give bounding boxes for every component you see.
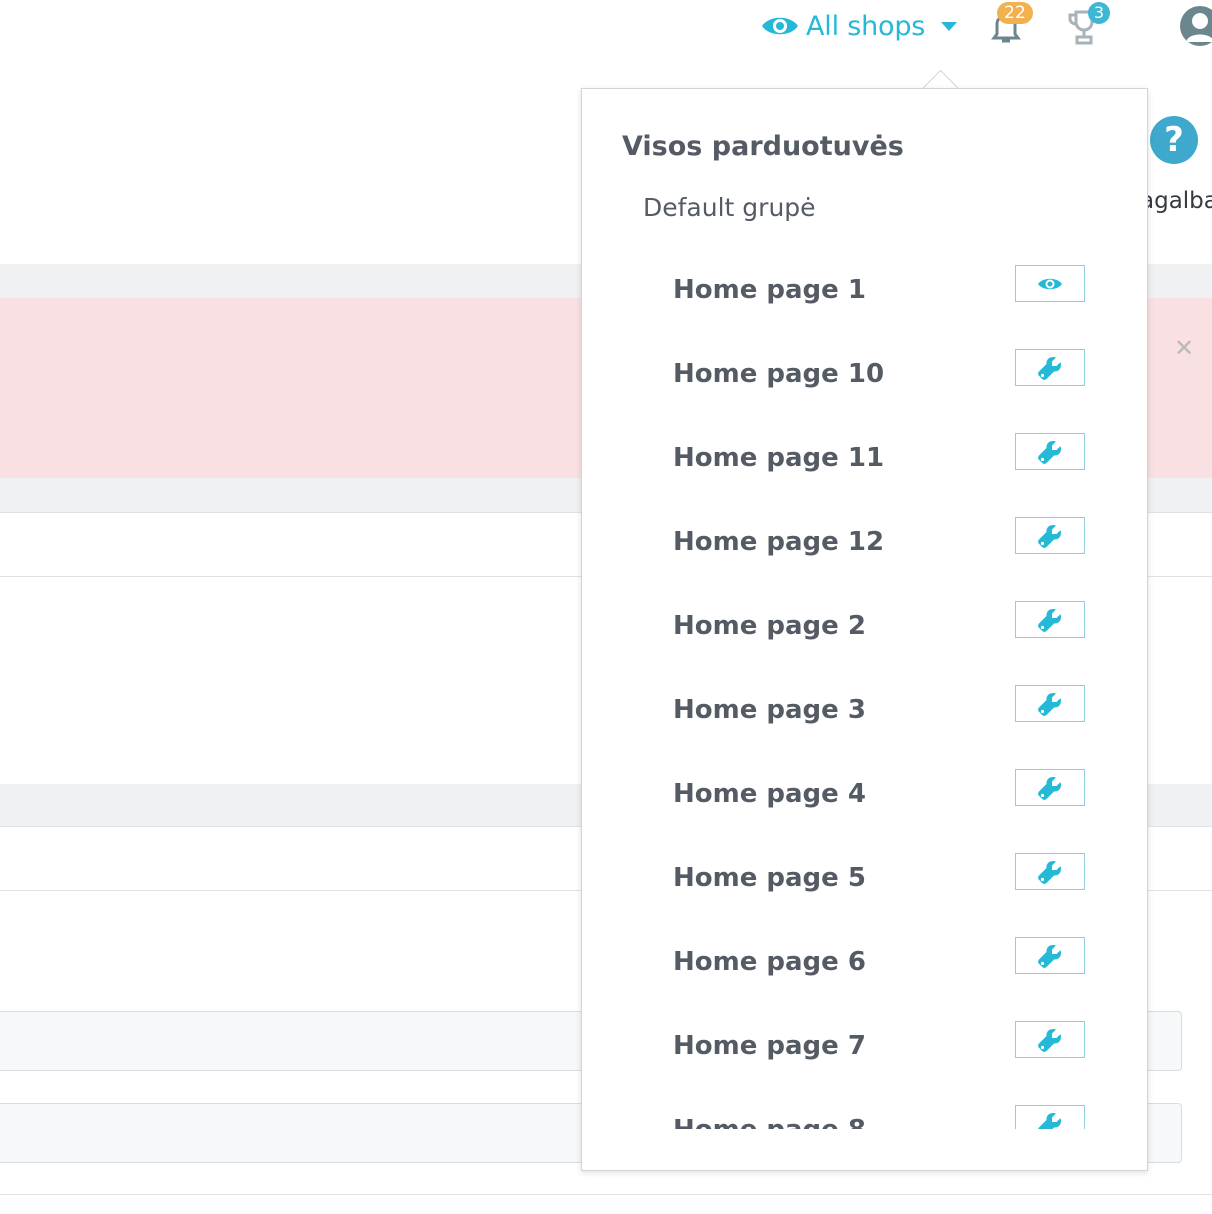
shop-name-link[interactable]: Home page 7 — [673, 1031, 866, 1061]
caret-down-icon — [941, 21, 958, 31]
wrench-icon — [1037, 439, 1063, 465]
shop-name-link[interactable]: Home page 11 — [673, 443, 884, 473]
configure-shop-button[interactable] — [1015, 433, 1085, 470]
shop-name-link[interactable]: Home page 12 — [673, 527, 884, 557]
shop-name-link[interactable]: Home page 8 — [673, 1115, 866, 1129]
wrench-icon — [1037, 859, 1063, 885]
achievements-button[interactable]: 3 — [1066, 2, 1110, 46]
shop-list-item: Home page 5 — [582, 853, 1147, 937]
shop-name-link[interactable]: Home page 5 — [673, 863, 866, 893]
configure-shop-button[interactable] — [1015, 769, 1085, 806]
help-icon[interactable]: ? — [1150, 116, 1198, 164]
shop-name-link[interactable]: Home page 1 — [673, 275, 866, 305]
wrench-icon — [1037, 691, 1063, 717]
configure-shop-button[interactable] — [1015, 349, 1085, 386]
shop-name-link[interactable]: Home page 10 — [673, 359, 884, 389]
configure-shop-button[interactable] — [1015, 1105, 1085, 1129]
shop-selector-label: All shops — [806, 10, 926, 42]
wrench-icon — [1037, 775, 1063, 801]
notifications-button[interactable]: 22 — [988, 2, 1033, 46]
wrench-icon — [1037, 943, 1063, 969]
achievements-badge: 3 — [1088, 2, 1110, 24]
wrench-icon — [1037, 355, 1063, 381]
help-label[interactable]: agalba — [1140, 188, 1212, 214]
shop-list-item: Home page 8 — [582, 1105, 1147, 1129]
shop-list-item: Home page 4 — [582, 769, 1147, 853]
wrench-icon — [1037, 1027, 1063, 1053]
wrench-icon — [1037, 523, 1063, 549]
configure-shop-button[interactable] — [1015, 601, 1085, 638]
eye-icon — [1037, 276, 1063, 292]
shop-list: Home page 1 Home page 10 Home page 11 Home … — [582, 265, 1147, 1129]
shop-group-link[interactable]: Default grupė — [643, 193, 816, 222]
shop-list-item: Home page 7 — [582, 1021, 1147, 1105]
user-icon — [1186, 13, 1212, 42]
configure-shop-button[interactable] — [1015, 517, 1085, 554]
shop-list-item: Home page 2 — [582, 601, 1147, 685]
shop-name-link[interactable]: Home page 2 — [673, 611, 866, 641]
shop-name-link[interactable]: Home page 4 — [673, 779, 866, 809]
wrench-icon — [1037, 1111, 1063, 1129]
shop-selector[interactable]: All shops — [760, 4, 958, 48]
shop-list-item: Home page 12 — [582, 517, 1147, 601]
shop-name-link[interactable]: Home page 6 — [673, 947, 866, 977]
shop-list-item: Home page 10 — [582, 349, 1147, 433]
shop-list-item: Home page 6 — [582, 937, 1147, 1021]
shop-list-item: Home page 11 — [582, 433, 1147, 517]
eye-icon — [762, 17, 798, 35]
configure-shop-button[interactable] — [1015, 1021, 1085, 1058]
shop-list-item: Home page 3 — [582, 685, 1147, 769]
shop-list-item: Home page 1 — [582, 265, 1147, 349]
shop-name-link[interactable]: Home page 3 — [673, 695, 866, 725]
divider — [0, 1194, 1212, 1195]
all-shops-link[interactable]: Visos parduotuvės — [622, 131, 904, 162]
avatar[interactable] — [1180, 6, 1212, 46]
configure-shop-button[interactable] — [1015, 937, 1085, 974]
notifications-badge: 22 — [997, 2, 1033, 24]
configure-shop-button[interactable] — [1015, 853, 1085, 890]
shop-dropdown: Visos parduotuvės Default grupė Home pag… — [581, 88, 1148, 1171]
configure-shop-button[interactable] — [1015, 685, 1085, 722]
close-icon[interactable]: ✕ — [1174, 334, 1194, 362]
wrench-icon — [1037, 607, 1063, 633]
view-shop-button[interactable] — [1015, 265, 1085, 302]
